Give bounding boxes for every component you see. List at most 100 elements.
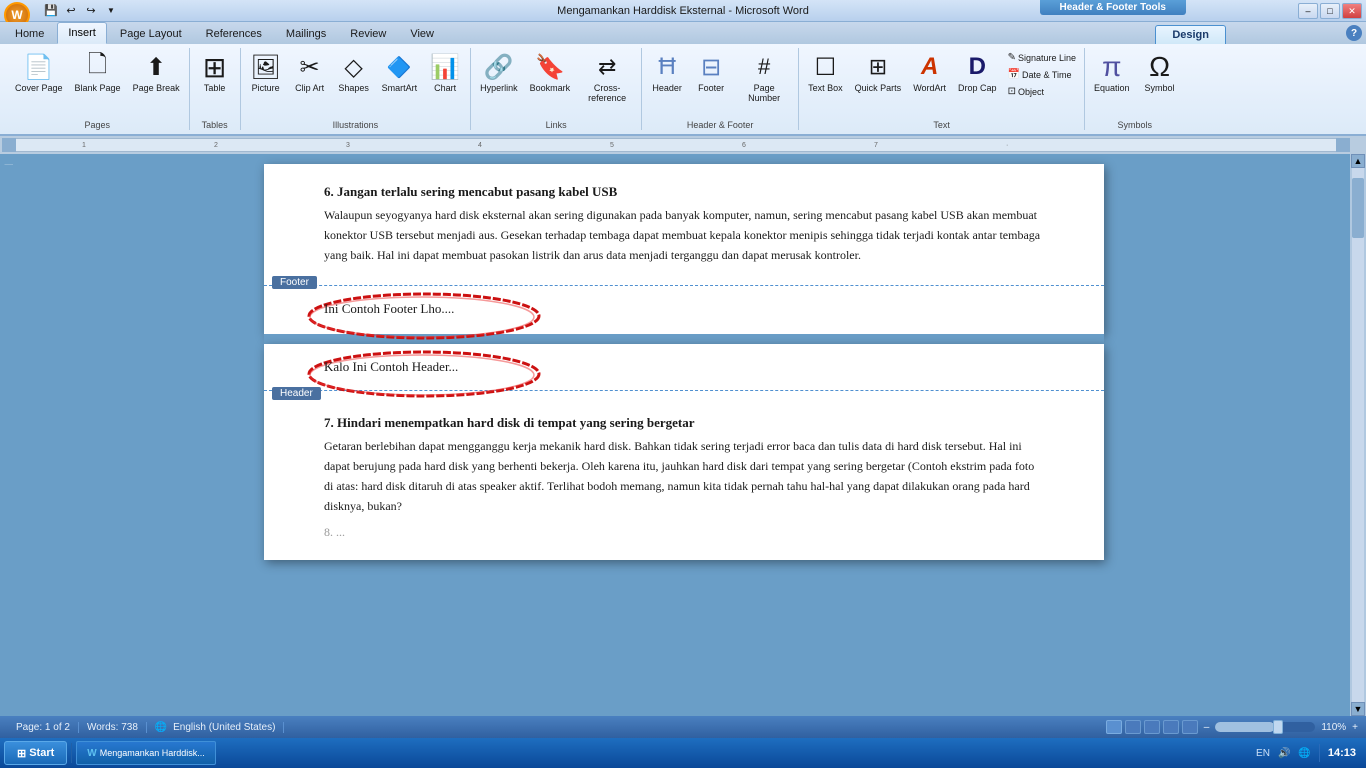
footer-btn[interactable]: ⊟ Footer [690, 48, 732, 97]
tab-view[interactable]: View [399, 22, 445, 44]
tab-home[interactable]: Home [4, 22, 55, 44]
zoom-thumb[interactable] [1273, 720, 1283, 734]
status-right: – 110% + [1106, 720, 1358, 734]
save-qat-btn[interactable]: 💾 [42, 2, 60, 20]
redo-qat-btn[interactable]: ↪ [82, 2, 100, 20]
table-btn[interactable]: ⊞ Table [194, 48, 236, 97]
section6-body: Walaupun seyogyanya hard disk eksternal … [324, 206, 1044, 265]
date-time-icon: 📅 [1008, 69, 1020, 80]
cover-page-btn[interactable]: 📄 Cover Page [10, 48, 68, 97]
header-icon: Ħ [651, 51, 683, 83]
shapes-icon: ◇ [338, 51, 370, 83]
start-button[interactable]: ⊞ Start [4, 741, 67, 765]
undo-qat-btn[interactable]: ↩ [62, 2, 80, 20]
outline-btn[interactable] [1163, 720, 1179, 734]
scroll-track[interactable] [1352, 168, 1364, 702]
tab-insert[interactable]: Insert [57, 22, 107, 44]
page-number-btn[interactable]: # Page Number [734, 48, 794, 107]
print-view-btn[interactable] [1106, 720, 1122, 734]
object-btn[interactable]: ⊡ Object [1004, 84, 1080, 99]
headerfooter-group-label: Header & Footer [646, 120, 794, 130]
page2-continuation: 8. ... [324, 525, 1044, 540]
wordart-btn[interactable]: A WordArt [908, 48, 951, 97]
table-label: Table [204, 84, 226, 94]
signature-line-btn[interactable]: ✎ Signature Line [1004, 50, 1080, 65]
zoom-slider[interactable] [1215, 722, 1315, 732]
document-area: 6. Jangan terlalu sering mencabut pasang… [18, 154, 1350, 716]
footer-text-container: Ini Contoh Footer Lho.... [324, 300, 454, 318]
status-language: 🌐 English (United States) [147, 722, 285, 733]
web-view-btn[interactable] [1144, 720, 1160, 734]
help-btn[interactable]: ? [1346, 25, 1362, 41]
header-text[interactable]: Kalo Ini Contoh Header... [324, 359, 458, 374]
picture-label: Picture [252, 84, 280, 94]
smartart-btn[interactable]: 🔷 SmartArt [377, 48, 423, 97]
draft-btn[interactable] [1182, 720, 1198, 734]
scroll-thumb[interactable] [1352, 178, 1364, 238]
customize-qat-btn[interactable]: ▼ [102, 2, 120, 20]
cross-reference-btn[interactable]: ⇄ Cross-reference [577, 48, 637, 107]
shapes-btn[interactable]: ◇ Shapes [333, 48, 375, 97]
footer-label: Footer [698, 84, 724, 94]
ruler-left-indent[interactable] [2, 138, 16, 152]
page-number-label: Page Number [739, 84, 789, 104]
symbols-group-label: Symbols [1089, 120, 1181, 130]
status-page: Page: 1 of 2 [8, 722, 79, 733]
footer-text[interactable]: Ini Contoh Footer Lho.... [324, 301, 454, 316]
language-flag: 🌐 [155, 722, 167, 733]
signature-line-icon: ✎ [1008, 52, 1016, 63]
drop-cap-btn[interactable]: D Drop Cap [953, 48, 1002, 97]
context-tab-header: Header & Footer Tools [1040, 0, 1187, 15]
page-1: 6. Jangan terlalu sering mencabut pasang… [264, 164, 1104, 334]
picture-btn[interactable]: 🖼 Picture [245, 48, 287, 97]
header-label: Header [652, 84, 682, 94]
start-icon: ⊞ [17, 747, 26, 760]
textbox-btn[interactable]: ☐ Text Box [803, 48, 848, 97]
taskbar-word-app[interactable]: W Mengamankan Harddisk... [76, 741, 216, 765]
ruler-right-indent[interactable] [1336, 138, 1350, 152]
footer-area[interactable]: Footer Ini Contoh Footer Lho.... [264, 285, 1104, 334]
tab-design[interactable]: Design [1155, 25, 1226, 44]
tab-pagelayout[interactable]: Page Layout [109, 22, 193, 44]
header-area[interactable]: Kalo Ini Contoh Header... Header [264, 344, 1104, 391]
status-words: Words: 738 [79, 722, 147, 733]
clip-art-btn[interactable]: ✂ Clip Art [289, 48, 331, 97]
right-scrollbar[interactable]: ▲ ▼ [1350, 154, 1366, 716]
scroll-down-btn[interactable]: ▼ [1351, 702, 1365, 716]
quick-parts-btn[interactable]: ⊞ Quick Parts [850, 48, 907, 97]
bookmark-btn[interactable]: 🔖 Bookmark [525, 48, 576, 97]
page-break-btn[interactable]: ⬆ Page Break [128, 48, 185, 97]
chart-icon: 📊 [429, 51, 461, 83]
status-bar: Page: 1 of 2 Words: 738 🌐 English (Unite… [0, 716, 1366, 738]
window-title: Mengamankan Harddisk Eksternal - Microso… [557, 5, 809, 17]
taskbar: ⊞ Start W Mengamankan Harddisk... EN 🔊 🌐… [0, 738, 1366, 768]
tab-references[interactable]: References [195, 22, 273, 44]
equation-btn[interactable]: π Equation [1089, 48, 1135, 97]
equation-icon: π [1096, 51, 1128, 83]
date-time-btn[interactable]: 📅 Date & Time [1004, 67, 1080, 82]
word-app-label: Mengamankan Harddisk... [100, 748, 205, 758]
picture-icon: 🖼 [250, 51, 282, 83]
close-btn[interactable]: ✕ [1342, 3, 1362, 19]
zoom-label: – [1204, 722, 1210, 733]
minimize-btn[interactable]: – [1298, 3, 1318, 19]
tab-review[interactable]: Review [339, 22, 397, 44]
scroll-up-btn[interactable]: ▲ [1351, 154, 1365, 168]
date-time-label: Date & Time [1022, 70, 1072, 80]
maximize-btn[interactable]: □ [1320, 3, 1340, 19]
full-screen-btn[interactable] [1125, 720, 1141, 734]
text-group-label: Text [803, 120, 1080, 130]
header-btn[interactable]: Ħ Header [646, 48, 688, 97]
textbox-icon: ☐ [809, 51, 841, 83]
chart-btn[interactable]: 📊 Chart [424, 48, 466, 97]
symbol-btn[interactable]: Ω Symbol [1139, 48, 1181, 97]
blank-page-btn[interactable]: 🗋 Blank Page [70, 48, 126, 97]
hyperlink-btn[interactable]: 🔗 Hyperlink [475, 48, 523, 97]
language-label: English (United States) [173, 722, 275, 733]
clip-art-icon: ✂ [294, 51, 326, 83]
page-break-icon: ⬆ [140, 51, 172, 83]
word-app-icon: W [87, 748, 96, 759]
cover-page-icon: 📄 [23, 51, 55, 83]
links-group-label: Links [475, 120, 637, 130]
tab-mailings[interactable]: Mailings [275, 22, 337, 44]
